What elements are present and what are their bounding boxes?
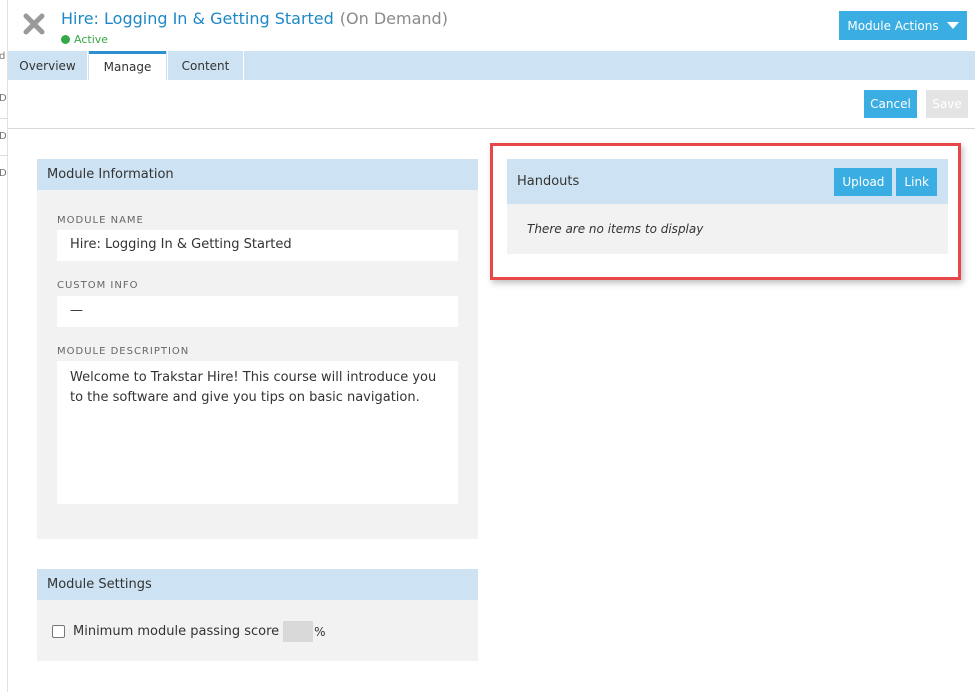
sidebar-edge-divider — [0, 155, 8, 156]
custom-info-label: CUSTOM INFO — [57, 280, 139, 291]
upload-button[interactable]: Upload — [834, 167, 893, 196]
tab-content[interactable]: Content — [167, 51, 244, 80]
module-actions-label: Module Actions — [847, 18, 939, 33]
sidebar-edge-divider — [0, 118, 8, 119]
module-information-panel: Module Information MODULE NAME Hire: Log… — [37, 159, 478, 539]
module-name-label: MODULE NAME — [57, 215, 144, 226]
passing-score-label: Minimum module passing score — [73, 624, 280, 639]
save-button[interactable]: Save — [926, 90, 968, 118]
module-information-heading: Module Information — [37, 159, 478, 190]
passing-score-input[interactable] — [283, 621, 314, 642]
status-badge: Active — [61, 33, 108, 46]
cancel-button[interactable]: Cancel — [864, 90, 917, 118]
handouts-panel: Handouts Upload Link There are no items t… — [507, 159, 948, 254]
header-divider — [8, 128, 975, 129]
handouts-heading: Handouts — [517, 174, 580, 189]
module-settings-heading: Module Settings — [37, 569, 478, 600]
tab-manage[interactable]: Manage — [89, 51, 166, 80]
handouts-header: Handouts Upload Link — [507, 159, 948, 204]
passing-score-row: Minimum module passing score % — [52, 621, 326, 642]
status-text: Active — [74, 33, 109, 46]
module-description-label: MODULE DESCRIPTION — [57, 346, 190, 357]
status-dot-icon — [61, 35, 70, 44]
module-title: Hire: Logging In & Getting Started — [61, 9, 334, 28]
caret-down-icon — [946, 22, 959, 29]
page-title: Hire: Logging In & Getting Started (On De… — [61, 9, 448, 28]
passing-score-checkbox[interactable] — [52, 625, 65, 638]
handouts-actions: Upload Link — [830, 167, 937, 196]
percent-symbol: % — [314, 624, 326, 639]
sidebar-edge-letter: D — [0, 93, 7, 104]
module-name-field[interactable]: Hire: Logging In & Getting Started — [57, 230, 458, 261]
close-icon[interactable] — [22, 12, 46, 36]
module-type: (On Demand) — [339, 9, 448, 28]
custom-info-field[interactable]: — — [57, 296, 458, 327]
sidebar-edge-letter: d — [0, 51, 6, 62]
tab-overview[interactable]: Overview — [8, 51, 88, 80]
module-settings-panel: Module Settings Minimum module passing s… — [37, 569, 478, 661]
link-button[interactable]: Link — [896, 167, 937, 196]
sidebar-edge-letter: D — [0, 131, 7, 142]
module-description-field[interactable]: Welcome to Trakstar Hire! This course wi… — [57, 361, 458, 504]
module-actions-button[interactable]: Module Actions — [839, 11, 967, 40]
handouts-empty-message: There are no items to display — [527, 222, 704, 236]
left-sidebar-edge: d D D D — [0, 0, 8, 692]
tab-bar: Overview Manage Content — [8, 51, 975, 80]
sidebar-edge-letter: D — [0, 168, 7, 179]
